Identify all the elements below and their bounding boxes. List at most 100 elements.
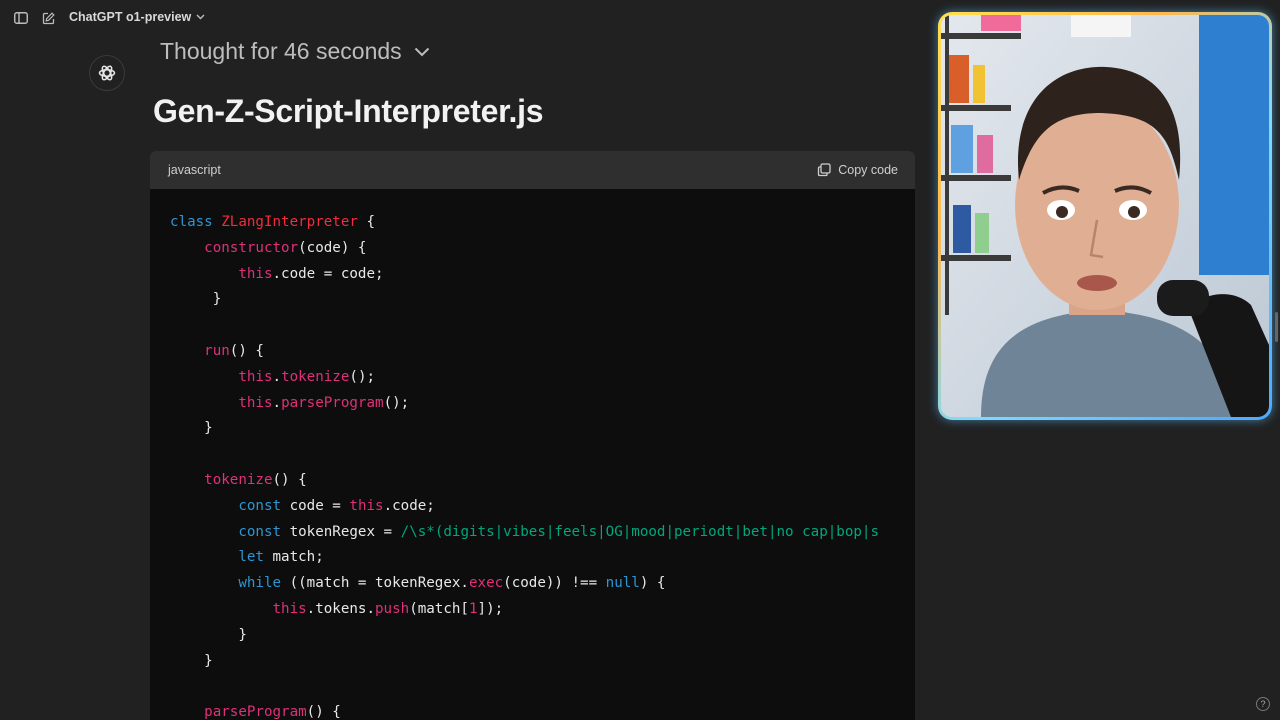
code-token: { (357, 214, 376, 230)
code-token: const (238, 497, 282, 514)
code-token: (); (383, 394, 410, 411)
code-block: javascript Copy code class ZLangInterpre… (150, 151, 915, 720)
compose-icon[interactable] (37, 7, 59, 29)
copy-code-button[interactable]: Copy code (817, 163, 898, 177)
help-button[interactable]: ? (1256, 697, 1270, 711)
code-line: while ((match = tokenRegex.exec(code)) !… (170, 571, 915, 597)
code-line: const code = this.code; (170, 494, 915, 520)
code-token: (match[ (409, 600, 469, 617)
code-token: ZLangInterpreter (221, 214, 358, 230)
chevron-down-icon (196, 14, 205, 20)
code-token: } (170, 652, 213, 669)
code-token: exec (468, 575, 504, 592)
app-root: ChatGPT o1-preview Thought for 46 second… (0, 0, 1280, 720)
code-token: this (238, 394, 273, 411)
model-selector[interactable]: ChatGPT o1-preview (69, 10, 205, 24)
copy-icon (818, 163, 831, 177)
code-token: tokenize (204, 471, 273, 488)
code-token: this (349, 497, 384, 514)
code-content[interactable]: class ZLangInterpreter { constructor(cod… (150, 189, 915, 720)
code-token: push (375, 600, 410, 617)
code-token: this (238, 368, 273, 385)
code-line: } (170, 623, 915, 649)
code-language: javascript (168, 163, 221, 177)
scrollbar-thumb[interactable] (1275, 312, 1278, 342)
code-token: } (170, 420, 213, 437)
response-title: Gen-Z-Script-Interpreter.js (153, 93, 544, 129)
code-token: const (238, 523, 282, 540)
code-token: null (605, 575, 640, 592)
code-token: tokenRegex = (281, 523, 401, 540)
code-line: tokenize() { (170, 468, 915, 494)
code-token: tokenize (281, 368, 350, 385)
code-line: parseProgram() { (170, 700, 915, 720)
code-token: parseProgram (281, 394, 384, 411)
code-line: this.parseProgram(); (170, 391, 915, 417)
assistant-avatar (89, 55, 125, 91)
code-token: class (170, 214, 222, 230)
code-token: while (238, 575, 282, 592)
thought-label: Thought for 46 seconds (160, 38, 402, 64)
code-token: . (272, 394, 282, 411)
code-token: parseProgram (204, 704, 307, 720)
code-token: this (238, 265, 273, 282)
code-line: run() { (170, 339, 915, 365)
code-line: } (170, 416, 915, 442)
code-line: } (170, 287, 915, 313)
code-token: ]); (477, 600, 504, 617)
model-name: ChatGPT o1-preview (69, 10, 192, 24)
code-token: () { (272, 471, 307, 488)
code-line: constructor(code) { (170, 236, 915, 262)
code-token: match; (263, 549, 324, 566)
code-token: . (272, 368, 282, 385)
code-token: .tokens. (306, 600, 376, 617)
code-token: ) { (639, 575, 666, 592)
code-token: } (170, 291, 222, 308)
code-line: class ZLangInterpreter { (170, 210, 915, 236)
code-line: this.tokens.push(match[1]); (170, 597, 915, 623)
code-token: (); (349, 368, 376, 385)
openai-logo-icon (98, 65, 116, 81)
code-token: ((match = tokenRegex. (281, 575, 469, 592)
code-token: /\s*(digits|vibes|feels|OG|mood|periodt|… (400, 523, 879, 540)
chevron-down-icon (414, 47, 429, 56)
code-token: () { (306, 704, 341, 720)
code-token: (code)) !== (503, 575, 606, 592)
sidebar-toggle-icon[interactable] (10, 7, 32, 29)
thought-toggle[interactable]: Thought for 46 seconds (160, 38, 430, 65)
code-line: } (170, 649, 915, 675)
code-token: } (170, 626, 247, 643)
code-token: () { (229, 342, 264, 359)
code-token: .code; (383, 497, 435, 514)
webcam-video (941, 15, 1269, 417)
code-token: this (272, 600, 307, 617)
code-token: (code) { (298, 239, 367, 256)
code-token: run (204, 342, 230, 359)
code-line: const tokenRegex = /\s*(digits|vibes|fee… (170, 520, 915, 546)
code-line: this.code = code; (170, 262, 915, 288)
code-header: javascript Copy code (150, 151, 915, 189)
code-token: constructor (204, 239, 299, 256)
code-token: 1 (468, 600, 478, 617)
code-token: .code = code; (272, 265, 384, 282)
webcam-overlay (938, 12, 1272, 420)
code-token: let (238, 549, 264, 566)
code-token: code = (281, 497, 350, 514)
copy-code-label: Copy code (838, 163, 898, 177)
code-line: this.tokenize(); (170, 365, 915, 391)
